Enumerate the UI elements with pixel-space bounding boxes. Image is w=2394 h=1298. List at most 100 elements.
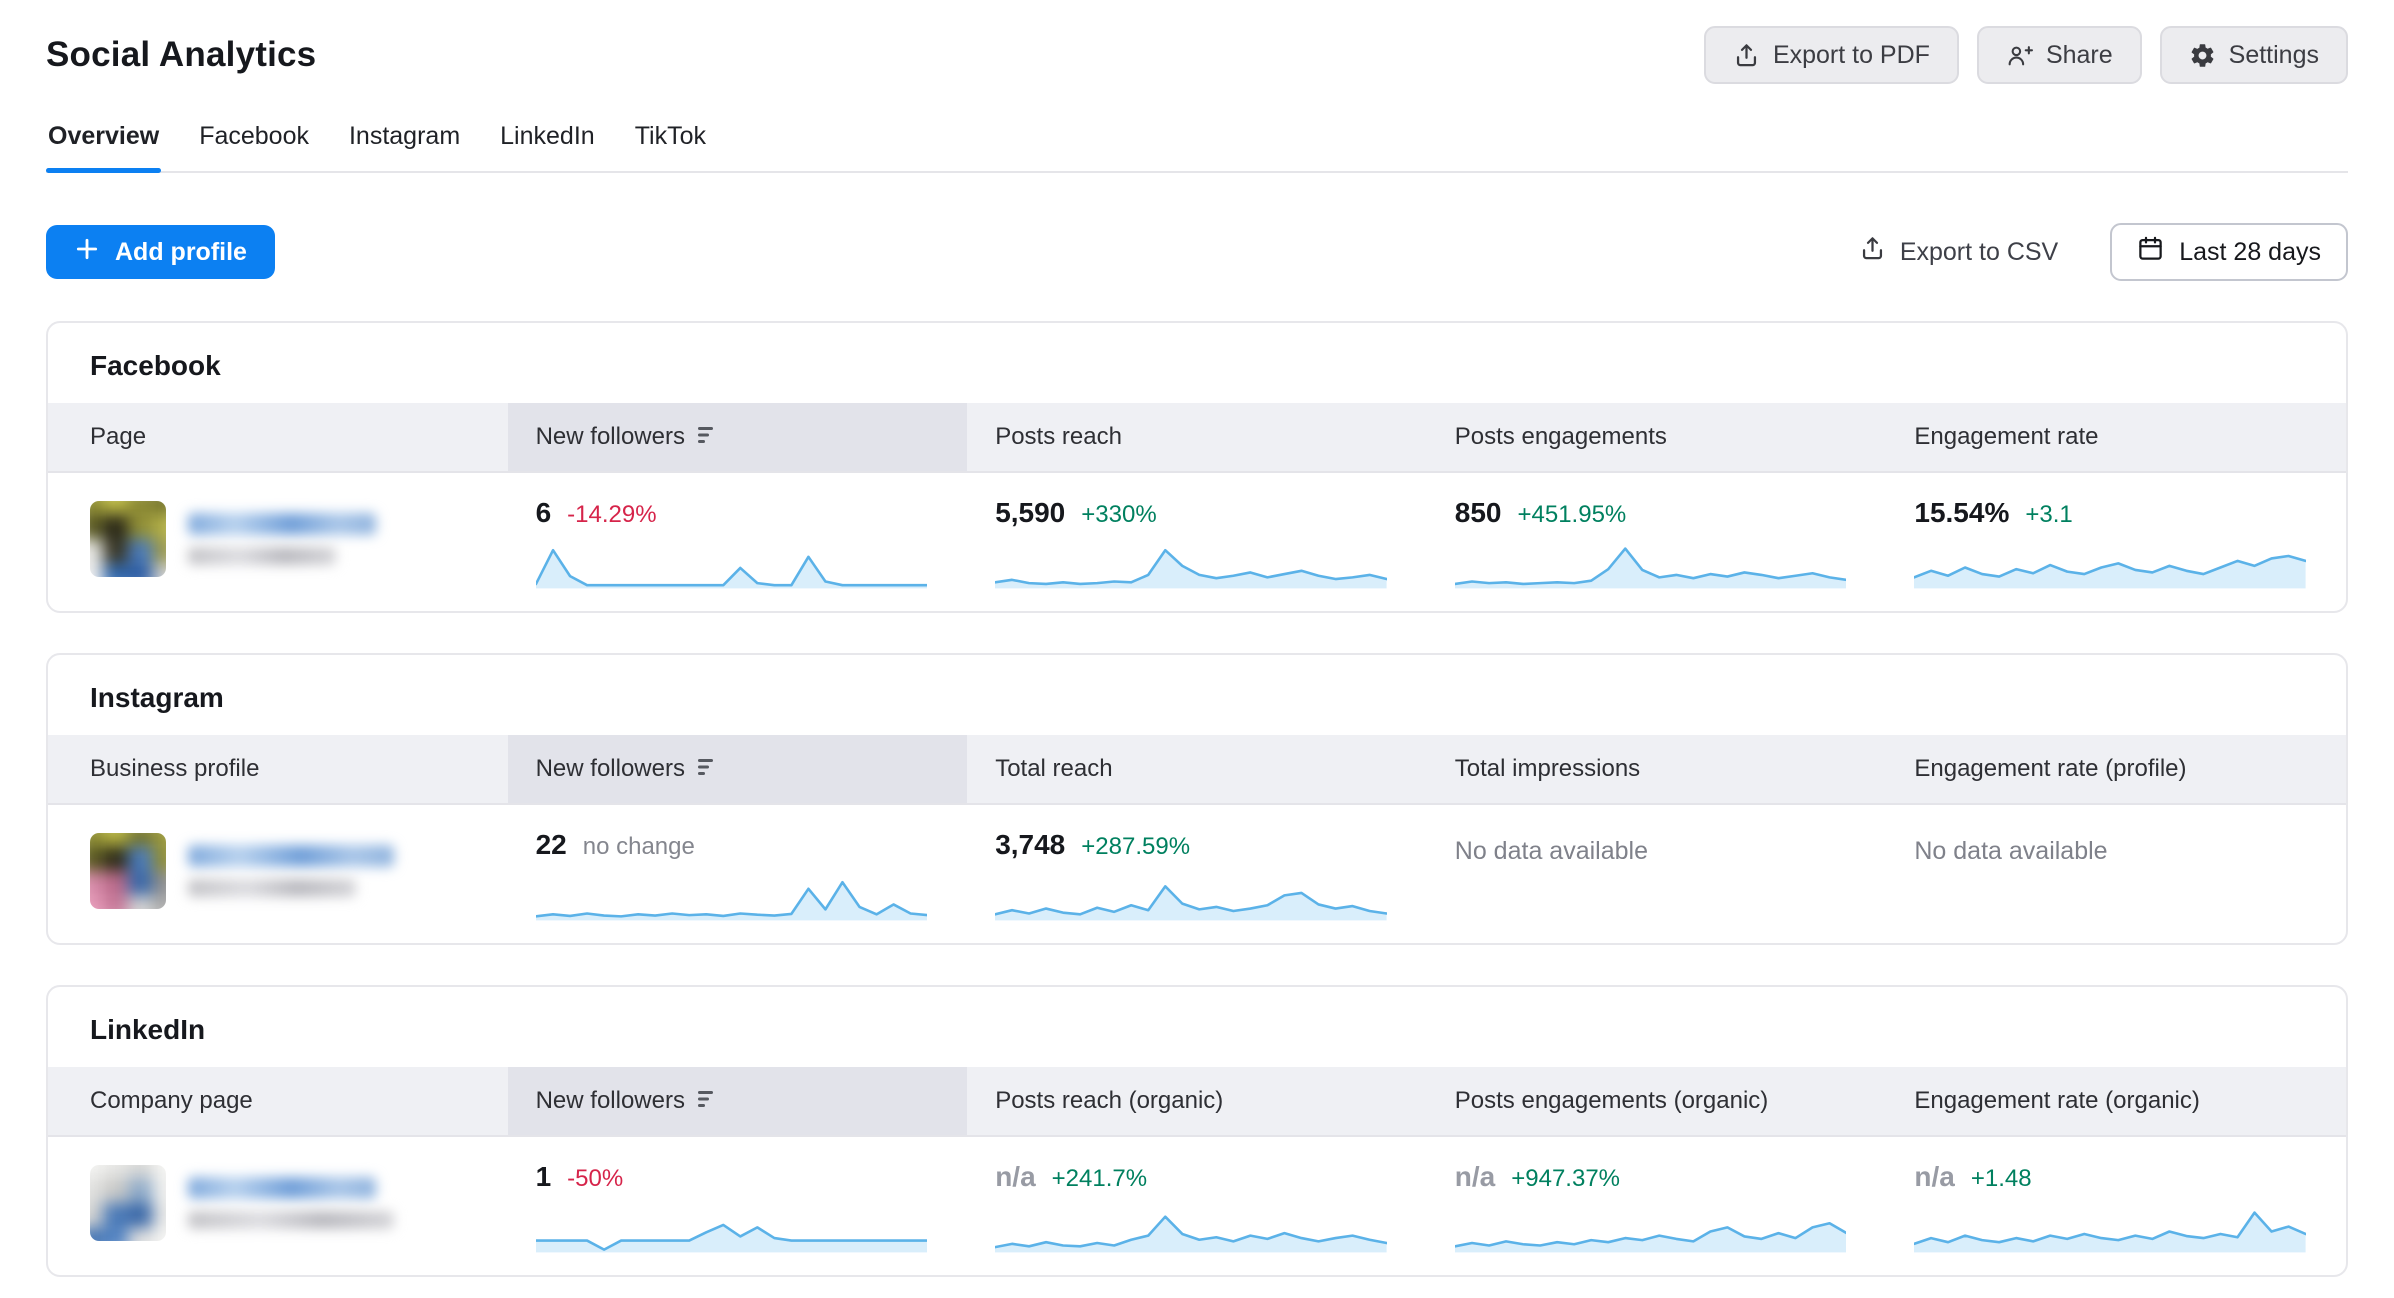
- metric-cell-new-followers: 6 -14.29%: [508, 489, 968, 589]
- tab-tiktok[interactable]: TikTok: [633, 122, 708, 171]
- toolbar: Add profile Export to CSV Last 28 days: [46, 223, 2348, 281]
- sparkline: [1914, 541, 2306, 589]
- metric-value: 3,748: [995, 829, 1065, 861]
- metric-value: 5,590: [995, 497, 1065, 529]
- sparkline: [536, 1205, 928, 1253]
- metric-change: +330%: [1081, 501, 1156, 529]
- column-header-engagement-rate-organic[interactable]: Engagement rate (organic): [1886, 1067, 2346, 1135]
- column-header-posts-engagements-organic[interactable]: Posts engagements (organic): [1427, 1067, 1887, 1135]
- metric-cell-posts-engagements-organic: n/a +947.37%: [1427, 1153, 1887, 1253]
- share-button[interactable]: Share: [1977, 26, 2142, 84]
- instagram-card: Instagram Business profile New followers…: [46, 653, 2348, 945]
- metric-cell-total-reach: 3,748 +287.59%: [967, 821, 1427, 921]
- metric-value: 850: [1455, 497, 1502, 529]
- tab-facebook[interactable]: Facebook: [197, 122, 311, 171]
- column-header-page: Page: [48, 403, 508, 471]
- metric-value: 1: [536, 1161, 552, 1193]
- tab-instagram[interactable]: Instagram: [347, 122, 462, 171]
- tab-linkedin[interactable]: LinkedIn: [498, 122, 597, 171]
- column-header-new-followers[interactable]: New followers: [508, 735, 968, 803]
- metric-change: +287.59%: [1081, 833, 1190, 861]
- instagram-table-header: Business profile New followers Total rea…: [48, 735, 2346, 805]
- toolbar-right: Export to CSV Last 28 days: [1859, 223, 2348, 281]
- gear-icon: [2189, 42, 2216, 69]
- metric-change: +451.95%: [1518, 501, 1627, 529]
- person-plus-icon: [2006, 42, 2033, 69]
- column-header-new-followers[interactable]: New followers: [508, 403, 968, 471]
- column-header-company-page: Company page: [48, 1067, 508, 1135]
- metric-change: no change: [583, 833, 695, 861]
- metric-value: n/a: [1455, 1161, 1495, 1193]
- metric-cell-new-followers: 22 no change: [508, 821, 968, 921]
- metric-value: 15.54%: [1914, 497, 2009, 529]
- column-header-engagement-rate[interactable]: Engagement rate: [1886, 403, 2346, 471]
- page-header: Social Analytics Export to PDF Share Set…: [46, 0, 2348, 84]
- column-header-total-reach[interactable]: Total reach: [967, 735, 1427, 803]
- metric-change: +1.48: [1971, 1165, 2032, 1193]
- metric-change: +241.7%: [1052, 1165, 1147, 1193]
- metric-cell-engagement-rate-organic: n/a +1.48: [1886, 1153, 2346, 1253]
- sparkline: [536, 541, 928, 589]
- metric-cell-engagement-rate-profile: No data available: [1886, 821, 2346, 866]
- sparkline: [995, 541, 1387, 589]
- metric-change: -14.29%: [567, 501, 656, 529]
- metric-cell-engagement-rate: 15.54% +3.1: [1886, 489, 2346, 589]
- export-icon: [1859, 235, 1886, 269]
- facebook-table-header: Page New followers Posts reach Posts eng…: [48, 403, 2346, 473]
- sparkline: [995, 1205, 1387, 1253]
- column-header-total-impressions[interactable]: Total impressions: [1427, 735, 1887, 803]
- metric-cell-total-impressions: No data available: [1427, 821, 1887, 866]
- profile-name-blurred: [188, 1177, 394, 1229]
- sparkline: [536, 873, 928, 921]
- plus-icon: [74, 236, 100, 269]
- card-title: Facebook: [48, 323, 2346, 403]
- profile-cell: [48, 1153, 508, 1253]
- metric-change: +947.37%: [1511, 1165, 1620, 1193]
- settings-label: Settings: [2229, 41, 2319, 70]
- linkedin-card: LinkedIn Company page New followers Post…: [46, 985, 2348, 1277]
- sort-descending-icon: [698, 755, 720, 783]
- column-header-engagement-rate-profile[interactable]: Engagement rate (profile): [1886, 735, 2346, 803]
- add-profile-button[interactable]: Add profile: [46, 225, 275, 279]
- table-row: 22 no change 3,748 +287.59% No data avai…: [48, 805, 2346, 943]
- card-title: Instagram: [48, 655, 2346, 735]
- no-data-label: No data available: [1914, 837, 2306, 866]
- settings-button[interactable]: Settings: [2160, 26, 2348, 84]
- sparkline: [1914, 1205, 2306, 1253]
- profile-name-blurred: [188, 513, 376, 565]
- column-header-posts-reach[interactable]: Posts reach: [967, 403, 1427, 471]
- column-header-posts-engagements[interactable]: Posts engagements: [1427, 403, 1887, 471]
- sort-descending-icon: [698, 1087, 720, 1115]
- column-header-posts-reach-organic[interactable]: Posts reach (organic): [967, 1067, 1427, 1135]
- table-row: 6 -14.29% 5,590 +330% 850 +451.95%: [48, 473, 2346, 611]
- export-icon: [1733, 42, 1760, 69]
- profile-avatar-blurred: [90, 501, 166, 577]
- sort-descending-icon: [698, 423, 720, 451]
- metric-value: 22: [536, 829, 567, 861]
- calendar-icon: [2137, 235, 2164, 269]
- header-actions: Export to PDF Share Settings: [1704, 26, 2348, 84]
- sparkline: [995, 873, 1387, 921]
- column-header-business-profile: Business profile: [48, 735, 508, 803]
- date-range-button[interactable]: Last 28 days: [2110, 223, 2348, 281]
- metric-value: n/a: [1914, 1161, 1954, 1193]
- social-analytics-page: Social Analytics Export to PDF Share Set…: [0, 0, 2394, 1277]
- tab-overview[interactable]: Overview: [46, 122, 161, 171]
- sparkline: [1455, 1205, 1847, 1253]
- metric-cell-posts-reach-organic: n/a +241.7%: [967, 1153, 1427, 1253]
- share-label: Share: [2046, 41, 2113, 70]
- metric-value: n/a: [995, 1161, 1035, 1193]
- metric-change: +3.1: [2025, 501, 2072, 529]
- export-csv-button[interactable]: Export to CSV: [1859, 235, 2058, 269]
- export-pdf-label: Export to PDF: [1773, 41, 1930, 70]
- export-csv-label: Export to CSV: [1900, 238, 2058, 267]
- export-pdf-button[interactable]: Export to PDF: [1704, 26, 1959, 84]
- profile-cell: [48, 821, 508, 921]
- column-header-new-followers[interactable]: New followers: [508, 1067, 968, 1135]
- channel-tabs: Overview Facebook Instagram LinkedIn Tik…: [46, 122, 2348, 173]
- linkedin-table-header: Company page New followers Posts reach (…: [48, 1067, 2346, 1137]
- profile-avatar-blurred: [90, 833, 166, 909]
- metric-cell-new-followers: 1 -50%: [508, 1153, 968, 1253]
- sparkline: [1455, 541, 1847, 589]
- profile-cell: [48, 489, 508, 589]
